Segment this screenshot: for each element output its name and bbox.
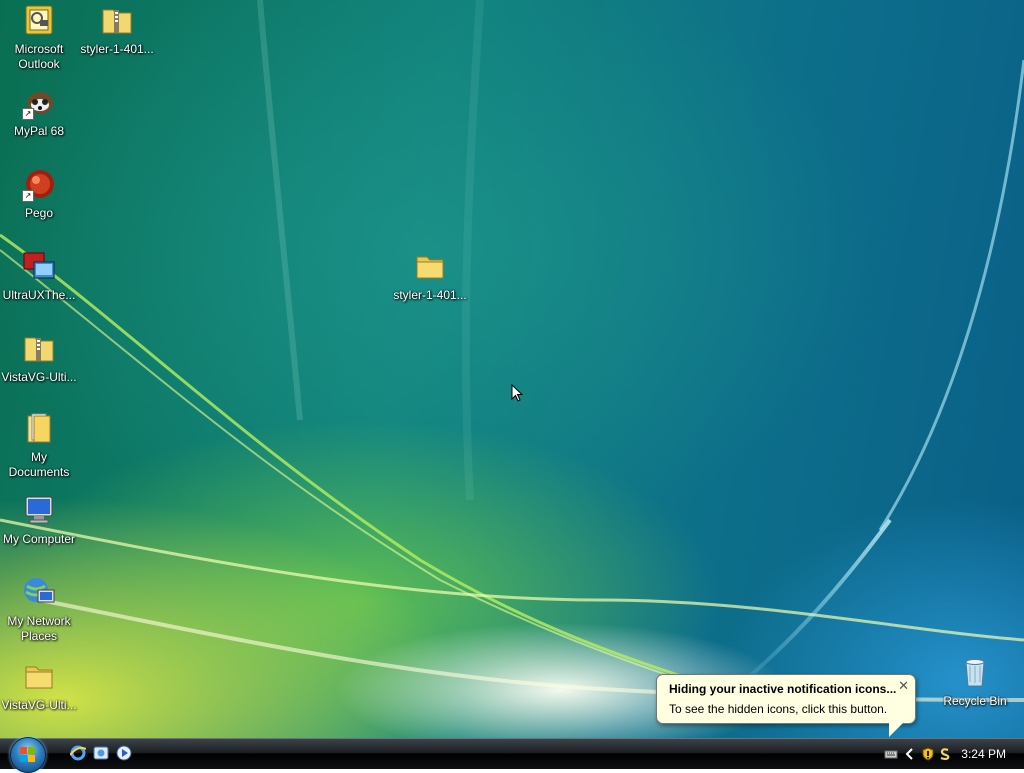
- folder-icon: [413, 250, 447, 284]
- notification-balloon[interactable]: Hiding your inactive notification icons.…: [656, 674, 916, 737]
- desktop-icon-recycle-bin[interactable]: Recycle Bin: [935, 656, 1015, 709]
- shortcut-arrow-icon: ↗: [22, 108, 34, 120]
- desktop-icon-pego[interactable]: ↗ Pego: [0, 168, 79, 221]
- shortcut-arrow-icon: ↗: [22, 190, 34, 202]
- taskbar: 3:24 PM: [0, 737, 1024, 773]
- desktop-icon-mypal[interactable]: ↗ MyPal 68: [0, 86, 79, 139]
- desktop-icon-vistavg-folder[interactable]: VistaVG-Ulti...: [0, 660, 79, 713]
- folder-icon: [22, 660, 56, 694]
- balloon-body: To see the hidden icons, click this butt…: [669, 702, 888, 716]
- desktop-icon-label: MyPal 68: [13, 124, 65, 138]
- mouse-cursor-icon: [511, 384, 524, 402]
- desktop-icon-label: Recycle Bin: [943, 694, 1007, 708]
- outlook-icon: [22, 4, 56, 38]
- internet-explorer-icon[interactable]: [70, 745, 86, 761]
- desktop-icon-microsoft-outlook[interactable]: Microsoft Outlook: [0, 4, 79, 72]
- balloon-close-button[interactable]: ✕: [898, 678, 909, 694]
- security-shield-icon[interactable]: [921, 747, 935, 761]
- desktop-icon-my-network-places[interactable]: My Network Places: [0, 576, 79, 644]
- mypal-icon: ↗: [22, 86, 56, 120]
- show-desktop-icon[interactable]: [93, 745, 109, 761]
- show-hidden-icons-chevron[interactable]: [903, 747, 917, 761]
- my-documents-icon: [22, 412, 56, 446]
- desktop-icon-styler-zip[interactable]: styler-1-401...: [77, 4, 157, 57]
- desktop-icon-label: VistaVG-Ulti...: [1, 698, 77, 712]
- zip-folder-icon: [22, 332, 56, 366]
- desktop-icon-label: VistaVG-Ulti...: [1, 370, 77, 384]
- desktop-icon-styler-folder[interactable]: styler-1-401...: [390, 250, 470, 303]
- pego-icon: ↗: [22, 168, 56, 202]
- balloon-tail: [889, 723, 903, 737]
- desktop-icon-label: Pego: [24, 206, 54, 220]
- desktop-icon-label: My Computer: [2, 532, 76, 546]
- notification-s-icon[interactable]: [938, 747, 952, 761]
- wallpaper-waves: [0, 0, 1024, 711]
- desktop-icon-label: Microsoft Outlook: [14, 42, 64, 71]
- desktop-icon-label: styler-1-401...: [393, 288, 467, 302]
- desktop-icon-label: UltraUXThe...: [2, 288, 76, 302]
- desktop-icon-vistavg-zip[interactable]: VistaVG-Ulti...: [0, 332, 79, 385]
- network-icon: [22, 576, 56, 610]
- media-player-icon[interactable]: [116, 745, 132, 761]
- desktop-icon-label: My Network Places: [7, 614, 71, 643]
- balloon-title: Hiding your inactive notification icons.…: [669, 682, 897, 696]
- desktop-icon-my-computer[interactable]: My Computer: [0, 494, 79, 547]
- keyboard-icon[interactable]: [884, 747, 898, 761]
- desktop-icon-ultrauxtheme[interactable]: UltraUXThe...: [0, 250, 79, 303]
- windows-logo-icon: [20, 747, 35, 762]
- system-tray: 3:24 PM: [874, 739, 1024, 769]
- desktop-icon-label: styler-1-401...: [80, 42, 154, 56]
- desktop-icon-my-documents[interactable]: My Documents: [0, 412, 79, 480]
- clock[interactable]: 3:24 PM: [961, 747, 1006, 761]
- zip-folder-icon: [100, 4, 134, 38]
- computer-icon: [22, 494, 56, 528]
- desktop-icon-label: My Documents: [8, 450, 70, 479]
- recycle-bin-icon: [958, 656, 992, 690]
- ultrauxtheme-icon: [22, 250, 56, 284]
- desktop[interactable]: Microsoft Outlook styler-1-401... ↗ MyPa…: [0, 0, 1024, 738]
